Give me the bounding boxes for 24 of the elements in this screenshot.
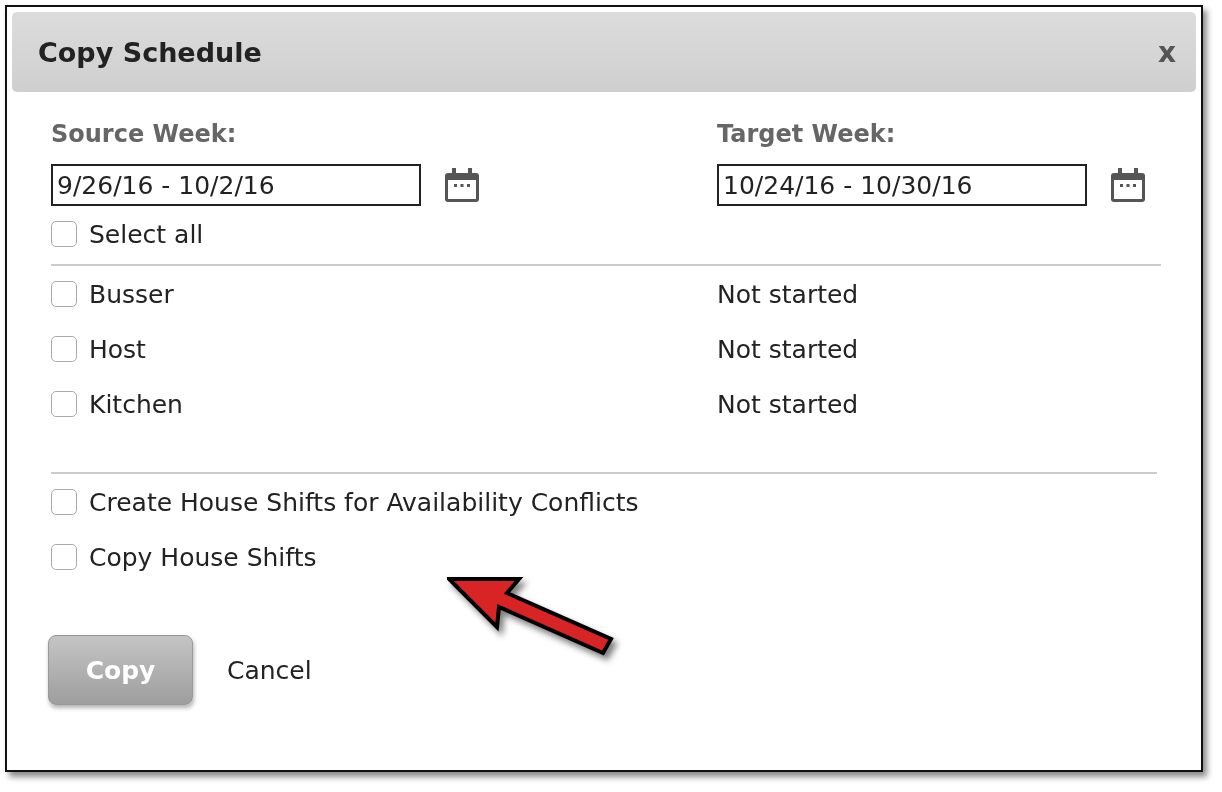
status-text: Not started <box>717 279 859 309</box>
status-text: Not started <box>717 389 859 419</box>
target-week-field[interactable]: 10/24/16 - 10/30/16 <box>717 164 1087 206</box>
role-label: Kitchen <box>89 389 183 419</box>
source-week-label: Source Week: <box>51 120 238 150</box>
calendar-icon[interactable] <box>1110 166 1146 204</box>
role-label: Host <box>89 334 146 364</box>
checkbox-label: Select all <box>89 219 204 249</box>
cancel-button[interactable]: Cancel <box>227 655 312 685</box>
close-button[interactable]: x <box>1157 35 1176 69</box>
checkbox[interactable] <box>51 544 77 570</box>
calendar-icon[interactable] <box>444 166 480 204</box>
checkbox[interactable] <box>51 221 77 247</box>
checkbox[interactable] <box>51 336 77 362</box>
role-label: Busser <box>89 279 174 309</box>
source-week-field[interactable]: 9/26/16 - 10/2/16 <box>51 164 421 206</box>
checkbox[interactable] <box>51 281 77 307</box>
checkbox[interactable] <box>51 391 77 417</box>
option-label: Create House Shifts for Availability Conflicts <box>89 487 639 517</box>
target-week-label: Target Week: <box>717 120 897 150</box>
status-text: Not started <box>717 334 859 364</box>
checkbox[interactable] <box>51 489 77 515</box>
option-label: Copy House Shifts <box>89 542 317 572</box>
dialog-title: Copy Schedule <box>38 36 262 68</box>
